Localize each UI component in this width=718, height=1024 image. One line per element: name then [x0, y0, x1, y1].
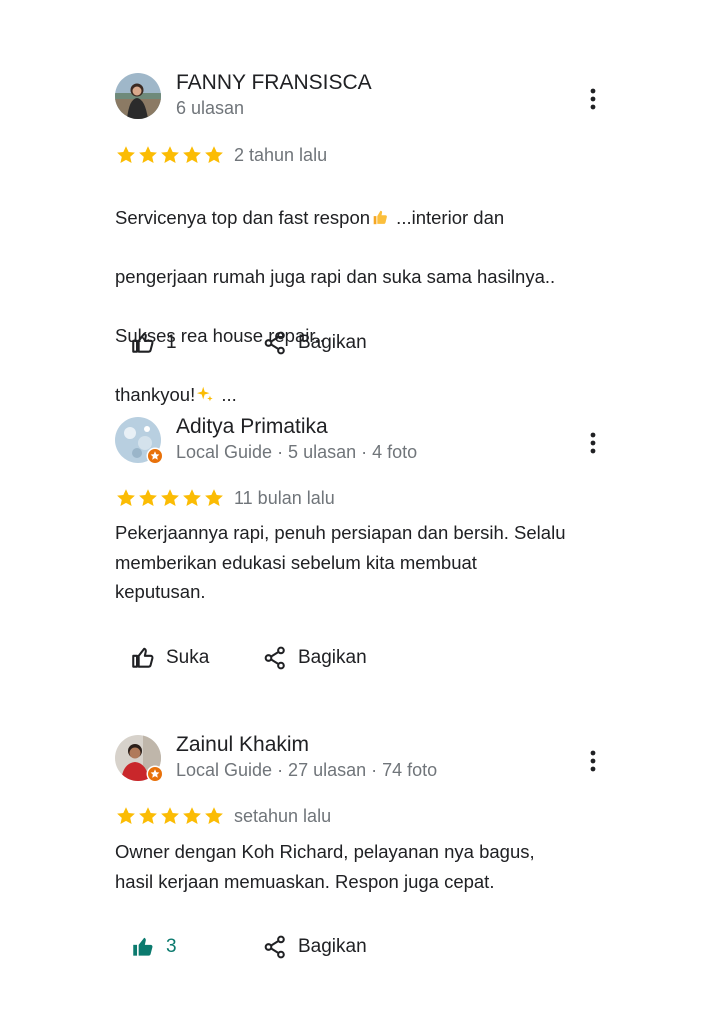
share-label: Bagikan — [298, 332, 367, 353]
star-icon — [183, 489, 201, 506]
avatar[interactable] — [115, 417, 164, 465]
review-date: setahun lalu — [234, 806, 332, 826]
avatar[interactable] — [115, 735, 164, 783]
star-icon — [205, 146, 223, 163]
review-text: Servicenya top dan fast respon ...interi… — [115, 173, 605, 439]
reviewer-meta: Local Guide · 5 ulasan · 4 foto — [176, 442, 418, 462]
star-icon — [139, 489, 157, 506]
more-options-icon[interactable] — [580, 428, 606, 458]
share-label: Bagikan — [298, 647, 367, 668]
like-count: 3 — [166, 936, 177, 957]
star-icon — [117, 807, 135, 824]
share-icon — [264, 646, 285, 670]
review-text-line: Servicenya top dan fast respon — [115, 206, 371, 228]
star-icon — [183, 146, 201, 163]
reviewer-name[interactable]: Aditya Primatika — [176, 415, 328, 439]
read-more-link[interactable]: ... — [216, 384, 236, 405]
reviewer-name[interactable]: Zainul Khakim — [176, 733, 309, 757]
share-button[interactable]: Bagikan — [262, 330, 367, 356]
thumbs-up-outline-icon — [132, 332, 154, 353]
like-count: 1 — [166, 332, 177, 353]
thumbs-up-filled-icon — [133, 937, 153, 956]
review-text-line: thankyou! — [115, 383, 196, 405]
avatar-photo — [115, 73, 161, 119]
star-icon — [117, 146, 135, 163]
share-button[interactable]: Bagikan — [262, 934, 367, 960]
avatar[interactable] — [115, 73, 161, 119]
review-text: Pekerjaannya rapi, penuh persiapan dan b… — [115, 522, 566, 602]
reviewer-meta: 6 ulasan — [176, 98, 245, 118]
more-options-icon[interactable] — [580, 84, 606, 114]
share-icon — [264, 935, 285, 959]
review-text: Owner dengan Koh Richard, pelayanan nya … — [115, 841, 535, 892]
share-icon — [264, 331, 285, 355]
like-button[interactable]: 1 — [130, 330, 177, 356]
thumbs-up-emoji-icon — [373, 210, 387, 224]
share-label: Bagikan — [298, 936, 367, 957]
local-guide-badge-icon — [146, 447, 164, 465]
share-button[interactable]: Bagikan — [262, 645, 367, 671]
star-icon — [161, 807, 179, 824]
star-icon — [205, 489, 223, 506]
like-label: Suka — [166, 647, 210, 668]
review-text-line: pengerjaan rumah juga rapi dan suka sama… — [115, 265, 556, 287]
reviewer-name[interactable]: FANNY FRANSISCA — [176, 71, 372, 95]
reviewer-meta: Local Guide · 27 ulasan · 74 foto — [176, 760, 438, 780]
like-button[interactable]: 3 — [130, 934, 177, 960]
star-icon — [139, 807, 157, 824]
star-rating — [115, 143, 225, 167]
star-icon — [205, 807, 223, 824]
review-date: 2 tahun lalu — [234, 145, 328, 165]
star-icon — [161, 146, 179, 163]
star-rating — [115, 804, 225, 828]
like-button[interactable]: Suka — [130, 645, 209, 671]
star-icon — [161, 489, 179, 506]
sparkles-emoji-icon — [197, 386, 213, 401]
review-text-line: ...interior dan — [391, 206, 505, 228]
star-icon — [117, 489, 135, 506]
star-rating — [115, 486, 225, 510]
local-guide-badge-icon — [146, 765, 164, 783]
star-icon — [139, 146, 157, 163]
more-options-icon[interactable] — [580, 746, 606, 776]
star-icon — [183, 807, 201, 824]
thumbs-up-outline-icon — [132, 647, 154, 668]
review-date: 11 bulan lalu — [234, 488, 335, 508]
